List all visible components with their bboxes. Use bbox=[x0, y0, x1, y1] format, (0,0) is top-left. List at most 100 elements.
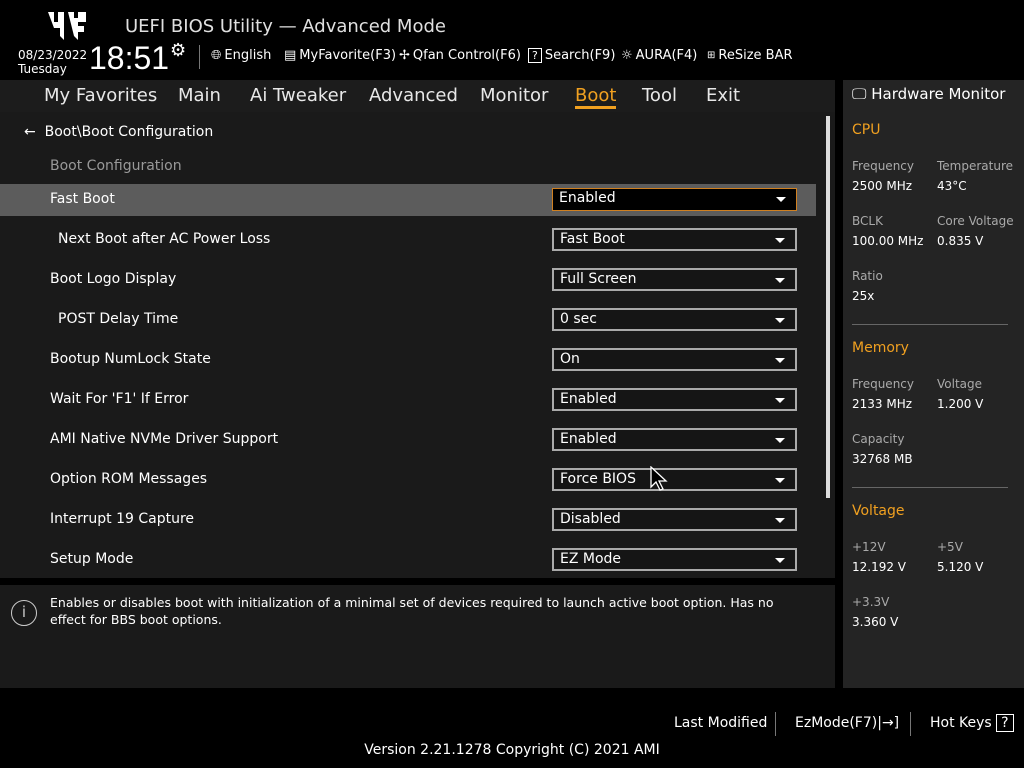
setting-dropdown[interactable]: Enabled bbox=[552, 188, 797, 211]
setting-dropdown[interactable]: Full Screen bbox=[552, 268, 797, 291]
setting-row[interactable]: Option ROM Messages Force BIOS bbox=[0, 464, 816, 496]
divider bbox=[852, 487, 1008, 488]
setting-value: Fast Boot bbox=[560, 231, 625, 247]
cpu-frequency-label: Frequency bbox=[852, 159, 914, 173]
setting-label: Boot Logo Display bbox=[50, 271, 176, 287]
chevron-down-icon bbox=[775, 318, 785, 323]
info-icon: i bbox=[11, 600, 37, 626]
setting-value: On bbox=[560, 351, 580, 367]
setting-value: 0 sec bbox=[560, 311, 597, 327]
scrollbar[interactable] bbox=[826, 116, 830, 498]
setting-label: Wait For 'F1' If Error bbox=[50, 391, 188, 407]
tool-label: AURA(F4) bbox=[636, 48, 698, 63]
setting-label: Fast Boot bbox=[50, 191, 115, 207]
core-voltage-label: Core Voltage bbox=[937, 214, 1014, 228]
hot-keys-button[interactable]: Hot Keys ? bbox=[930, 715, 1014, 731]
globe-icon: 🌐︎ bbox=[211, 48, 221, 63]
chevron-down-icon bbox=[775, 358, 785, 363]
tab-monitor[interactable]: Monitor bbox=[480, 85, 548, 106]
search-button[interactable]: ?Search(F9) bbox=[528, 48, 615, 63]
tab-advanced[interactable]: Advanced bbox=[369, 85, 458, 106]
bclk-label: BCLK bbox=[852, 214, 883, 228]
hw-title-text: Hardware Monitor bbox=[871, 85, 1005, 103]
chevron-down-icon bbox=[775, 518, 785, 523]
language-button[interactable]: 🌐︎English bbox=[211, 48, 271, 63]
setting-row[interactable]: Interrupt 19 Capture Disabled bbox=[0, 504, 816, 536]
mem-frequency-label: Frequency bbox=[852, 377, 914, 391]
setting-row[interactable]: Setup Mode EZ Mode bbox=[0, 544, 816, 576]
setting-value: Enabled bbox=[560, 391, 617, 407]
setting-dropdown[interactable]: EZ Mode bbox=[552, 548, 797, 571]
tab-boot[interactable]: Boot bbox=[575, 85, 616, 109]
ezmode-button[interactable]: EzMode(F7)|→] bbox=[795, 715, 899, 731]
setting-row[interactable]: AMI Native NVMe Driver Support Enabled bbox=[0, 424, 816, 456]
cpu-temperature: 43°C bbox=[937, 179, 967, 193]
tool-label: Search(F9) bbox=[545, 48, 616, 63]
setting-row[interactable]: Next Boot after AC Power Loss Fast Boot bbox=[0, 224, 816, 256]
gear-icon[interactable]: ⚙ bbox=[170, 40, 186, 61]
day: Tuesday bbox=[18, 62, 87, 76]
v12: 12.192 V bbox=[852, 560, 906, 574]
last-modified-button[interactable]: Last Modified bbox=[674, 715, 767, 731]
chevron-down-icon bbox=[776, 197, 786, 202]
setting-dropdown[interactable]: Enabled bbox=[552, 388, 797, 411]
setting-label: Option ROM Messages bbox=[50, 471, 207, 487]
mouse-cursor-icon bbox=[650, 466, 668, 492]
v12-label: +12V bbox=[852, 540, 886, 554]
setting-dropdown[interactable]: Enabled bbox=[552, 428, 797, 451]
capacity-label: Capacity bbox=[852, 432, 904, 446]
mem-voltage: 1.200 V bbox=[937, 397, 983, 411]
section-title: Boot Configuration bbox=[50, 158, 182, 174]
tab-main[interactable]: Main bbox=[178, 85, 221, 106]
resize-bar-button[interactable]: ⊞ReSize BAR bbox=[707, 48, 793, 63]
setting-value: Force BIOS bbox=[560, 471, 636, 487]
v5-label: +5V bbox=[937, 540, 963, 554]
cpu-heading: CPU bbox=[852, 122, 880, 138]
back-arrow-icon[interactable]: ← bbox=[24, 124, 36, 140]
setting-label: POST Delay Time bbox=[58, 311, 178, 327]
chevron-down-icon bbox=[775, 238, 785, 243]
memory-heading: Memory bbox=[852, 340, 909, 356]
breadcrumb[interactable]: ← Boot\Boot Configuration bbox=[24, 124, 213, 140]
date-display: 08/23/2022Tuesday bbox=[18, 48, 87, 76]
chevron-down-icon bbox=[775, 398, 785, 403]
cpu-frequency: 2500 MHz bbox=[852, 179, 912, 193]
favorite-list-icon: ▤ bbox=[284, 48, 296, 63]
tab-ai-tweaker[interactable]: Ai Tweaker bbox=[250, 85, 346, 106]
tab-tool[interactable]: Tool bbox=[642, 85, 677, 106]
setting-dropdown[interactable]: On bbox=[552, 348, 797, 371]
setting-row[interactable]: Boot Logo Display Full Screen bbox=[0, 264, 816, 296]
setting-value: Disabled bbox=[560, 511, 621, 527]
tool-label: Qfan Control(F6) bbox=[413, 48, 521, 63]
resize-bar-icon: ⊞ bbox=[707, 50, 715, 61]
core-voltage: 0.835 V bbox=[937, 234, 983, 248]
myfavorite-button[interactable]: ▤MyFavorite(F3) bbox=[284, 48, 396, 63]
help-text: Enables or disables boot with initializa… bbox=[50, 594, 810, 628]
cpu-temperature-label: Temperature bbox=[937, 159, 1013, 173]
setting-dropdown[interactable]: Force BIOS bbox=[552, 468, 797, 491]
tool-label: ReSize BAR bbox=[718, 48, 792, 63]
capacity: 32768 MB bbox=[852, 452, 913, 466]
setting-label: Setup Mode bbox=[50, 551, 133, 567]
date: 08/23/2022 bbox=[18, 48, 87, 62]
aura-button[interactable]: ☼AURA(F4) bbox=[621, 48, 697, 63]
mem-frequency: 2133 MHz bbox=[852, 397, 912, 411]
tab-my-favorites[interactable]: My Favorites bbox=[44, 85, 157, 106]
setting-label: Next Boot after AC Power Loss bbox=[58, 231, 270, 247]
qfan-button[interactable]: ✢Qfan Control(F6) bbox=[399, 48, 521, 63]
search-help-icon: ? bbox=[528, 48, 542, 63]
setting-dropdown[interactable]: 0 sec bbox=[552, 308, 797, 331]
tool-label: MyFavorite(F3) bbox=[299, 48, 396, 63]
setting-dropdown[interactable]: Fast Boot bbox=[552, 228, 797, 251]
setting-row[interactable]: Bootup NumLock State On bbox=[0, 344, 816, 376]
setting-row[interactable]: Fast Boot Enabled bbox=[0, 184, 816, 216]
setting-row[interactable]: Wait For 'F1' If Error Enabled bbox=[0, 384, 816, 416]
setting-label: Bootup NumLock State bbox=[50, 351, 211, 367]
setting-label: Interrupt 19 Capture bbox=[50, 511, 194, 527]
tab-exit[interactable]: Exit bbox=[706, 85, 740, 106]
tuf-logo bbox=[46, 10, 88, 42]
divider bbox=[775, 712, 776, 736]
setting-dropdown[interactable]: Disabled bbox=[552, 508, 797, 531]
setting-row[interactable]: POST Delay Time 0 sec bbox=[0, 304, 816, 336]
app-title: UEFI BIOS Utility — Advanced Mode bbox=[125, 16, 446, 37]
